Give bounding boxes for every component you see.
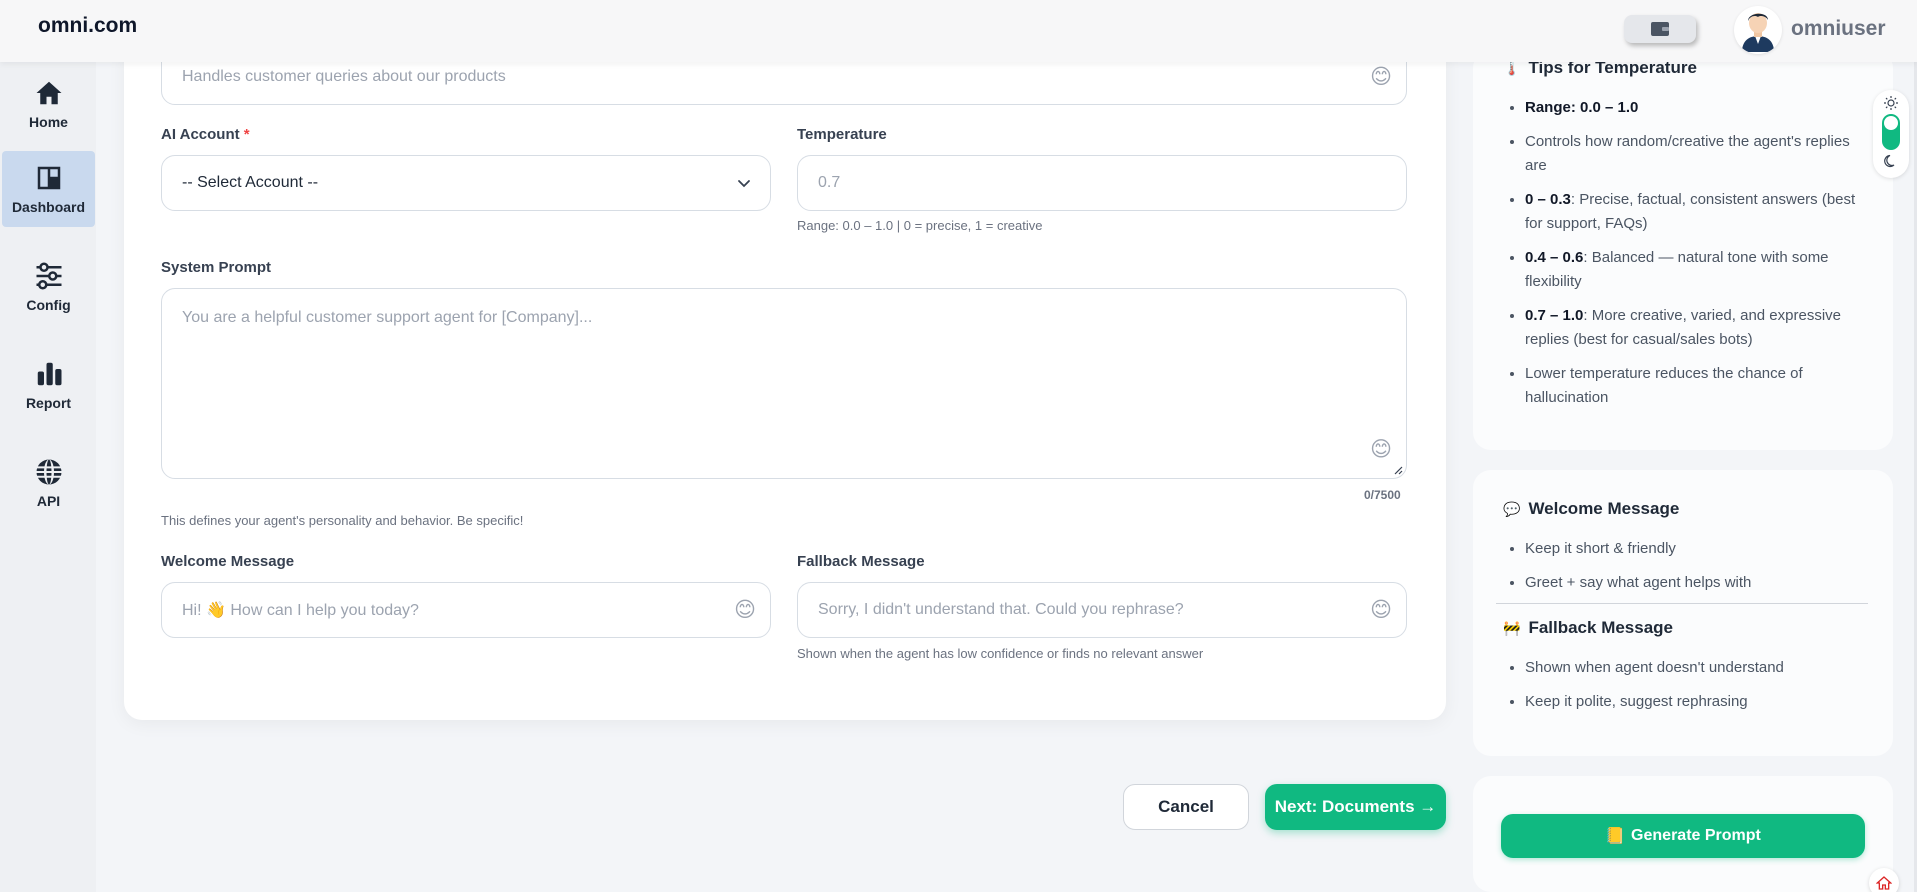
- wallet-button[interactable]: [1624, 15, 1696, 43]
- system-prompt-placeholder: You are a helpful customer support agent…: [182, 309, 593, 326]
- divider: [1496, 603, 1868, 604]
- toggle-knob[interactable]: [1884, 116, 1898, 130]
- brand-logo[interactable]: omni.com: [38, 14, 137, 38]
- home-shortcut-button[interactable]: [1869, 868, 1899, 892]
- resize-handle-icon[interactable]: [1394, 466, 1403, 475]
- ai-account-label: AI Account *: [161, 126, 250, 143]
- sidebar-item-label: Report: [25, 395, 72, 411]
- temperature-input[interactable]: 0.7: [797, 155, 1407, 211]
- list-item: Controls how random/creative the agent's…: [1525, 130, 1875, 178]
- emoji-picker-icon[interactable]: 😊: [1370, 600, 1392, 621]
- chevron-down-icon: [738, 180, 750, 188]
- wallet-icon: [1651, 22, 1669, 36]
- generate-prompt-button[interactable]: 📒 Generate Prompt: [1501, 814, 1865, 858]
- temperature-placeholder: 0.7: [818, 174, 841, 191]
- fallback-message-input[interactable]: Sorry, I didn't understand that. Could y…: [797, 582, 1407, 638]
- user-avatar-icon: [1742, 13, 1774, 52]
- bar-chart-icon: [37, 362, 61, 386]
- sidebar-item-dashboard[interactable]: Dashboard: [2, 151, 95, 227]
- list-item: Shown when agent doesn't understand: [1525, 656, 1875, 680]
- thermometer-icon: 🌡️: [1503, 59, 1521, 76]
- sun-icon: [1884, 96, 1898, 110]
- next-documents-button[interactable]: Next: Documents →: [1265, 784, 1446, 830]
- welcome-message-placeholder: Hi! 👋 How can I help you today?: [182, 602, 419, 619]
- welcome-tips-title: 💬 Welcome Message: [1503, 499, 1680, 518]
- sidebar-item-api[interactable]: API: [2, 445, 95, 521]
- sidebar-item-label: Home: [29, 114, 68, 130]
- system-prompt-textarea[interactable]: You are a helpful customer support agent…: [161, 288, 1407, 479]
- notebook-icon: 📒: [1605, 828, 1626, 845]
- emoji-picker-icon[interactable]: 😊: [1370, 439, 1392, 460]
- sidebar-item-config[interactable]: Config: [2, 249, 95, 325]
- sidebar-item-report[interactable]: Report: [2, 347, 95, 423]
- character-counter: 0/7500: [1364, 488, 1401, 502]
- system-prompt-label: System Prompt: [161, 259, 272, 276]
- speech-bubble-icon: 💬: [1503, 500, 1521, 517]
- temperature-label: Temperature: [797, 126, 887, 143]
- construction-icon: 🚧: [1503, 619, 1521, 636]
- list-item: Keep it short & friendly: [1525, 537, 1875, 561]
- ai-account-value: -- Select Account --: [182, 174, 319, 191]
- temperature-tips-list: Range: 0.0 – 1.0 Controls how random/cre…: [1505, 96, 1875, 410]
- temperature-hint: Range: 0.0 – 1.0 | 0 = precise, 1 = crea…: [797, 218, 1043, 233]
- list-item: Lower temperature reduces the chance of …: [1525, 362, 1875, 410]
- theme-toggle[interactable]: [1873, 90, 1909, 178]
- sidebar-item-home[interactable]: Home: [2, 66, 95, 142]
- list-item: Keep it polite, suggest rephrasing: [1525, 690, 1875, 714]
- home-icon: [1876, 876, 1892, 890]
- welcome-message-label: Welcome Message: [161, 553, 295, 570]
- sidebar-item-label: Dashboard: [11, 199, 86, 215]
- home-icon: [36, 81, 61, 105]
- emoji-picker-icon[interactable]: 😊: [734, 600, 756, 621]
- list-item: 0.7 – 1.0: More creative, varied, and ex…: [1525, 304, 1875, 352]
- fallback-tips-title: 🚧 Fallback Message: [1503, 618, 1674, 637]
- ai-account-select[interactable]: -- Select Account --: [161, 155, 771, 211]
- welcome-tips-list: Keep it short & friendly Greet + say wha…: [1505, 537, 1875, 595]
- sliders-icon: [36, 262, 61, 290]
- cancel-button[interactable]: Cancel: [1123, 784, 1249, 830]
- sidebar: Home Dashboard Config Report API: [0, 62, 96, 892]
- dashboard-icon: [37, 166, 60, 190]
- list-item: 0 – 0.3: Precise, factual, consistent an…: [1525, 188, 1875, 236]
- system-prompt-hint: This defines your agent's personality an…: [161, 513, 524, 528]
- sidebar-item-label: Config: [26, 297, 71, 313]
- generate-prompt-label: Generate Prompt: [1631, 827, 1761, 844]
- fallback-message-label: Fallback Message: [797, 553, 925, 570]
- globe-icon: [36, 459, 61, 485]
- list-item: Greet + say what agent helps with: [1525, 571, 1875, 595]
- required-mark: *: [243, 126, 250, 143]
- fallback-tips-list: Shown when agent doesn't understand Keep…: [1505, 656, 1875, 714]
- sidebar-item-label: API: [36, 493, 61, 509]
- description-placeholder: Handles customer queries about our produ…: [182, 68, 506, 85]
- list-item: Range: 0.0 – 1.0: [1525, 96, 1875, 120]
- fallback-message-placeholder: Sorry, I didn't understand that. Could y…: [818, 601, 1184, 618]
- emoji-picker-icon[interactable]: 😊: [1370, 67, 1392, 88]
- username[interactable]: omniuser: [1791, 17, 1886, 41]
- welcome-message-input[interactable]: Hi! 👋 How can I help you today? 😊: [161, 582, 771, 638]
- top-bar: omni.com omniuser: [0, 0, 1917, 62]
- avatar[interactable]: [1734, 6, 1782, 54]
- list-item: 0.4 – 0.6: Balanced — natural tone with …: [1525, 246, 1875, 294]
- moon-icon: [1884, 154, 1895, 168]
- fallback-message-hint: Shown when the agent has low confidence …: [797, 646, 1204, 661]
